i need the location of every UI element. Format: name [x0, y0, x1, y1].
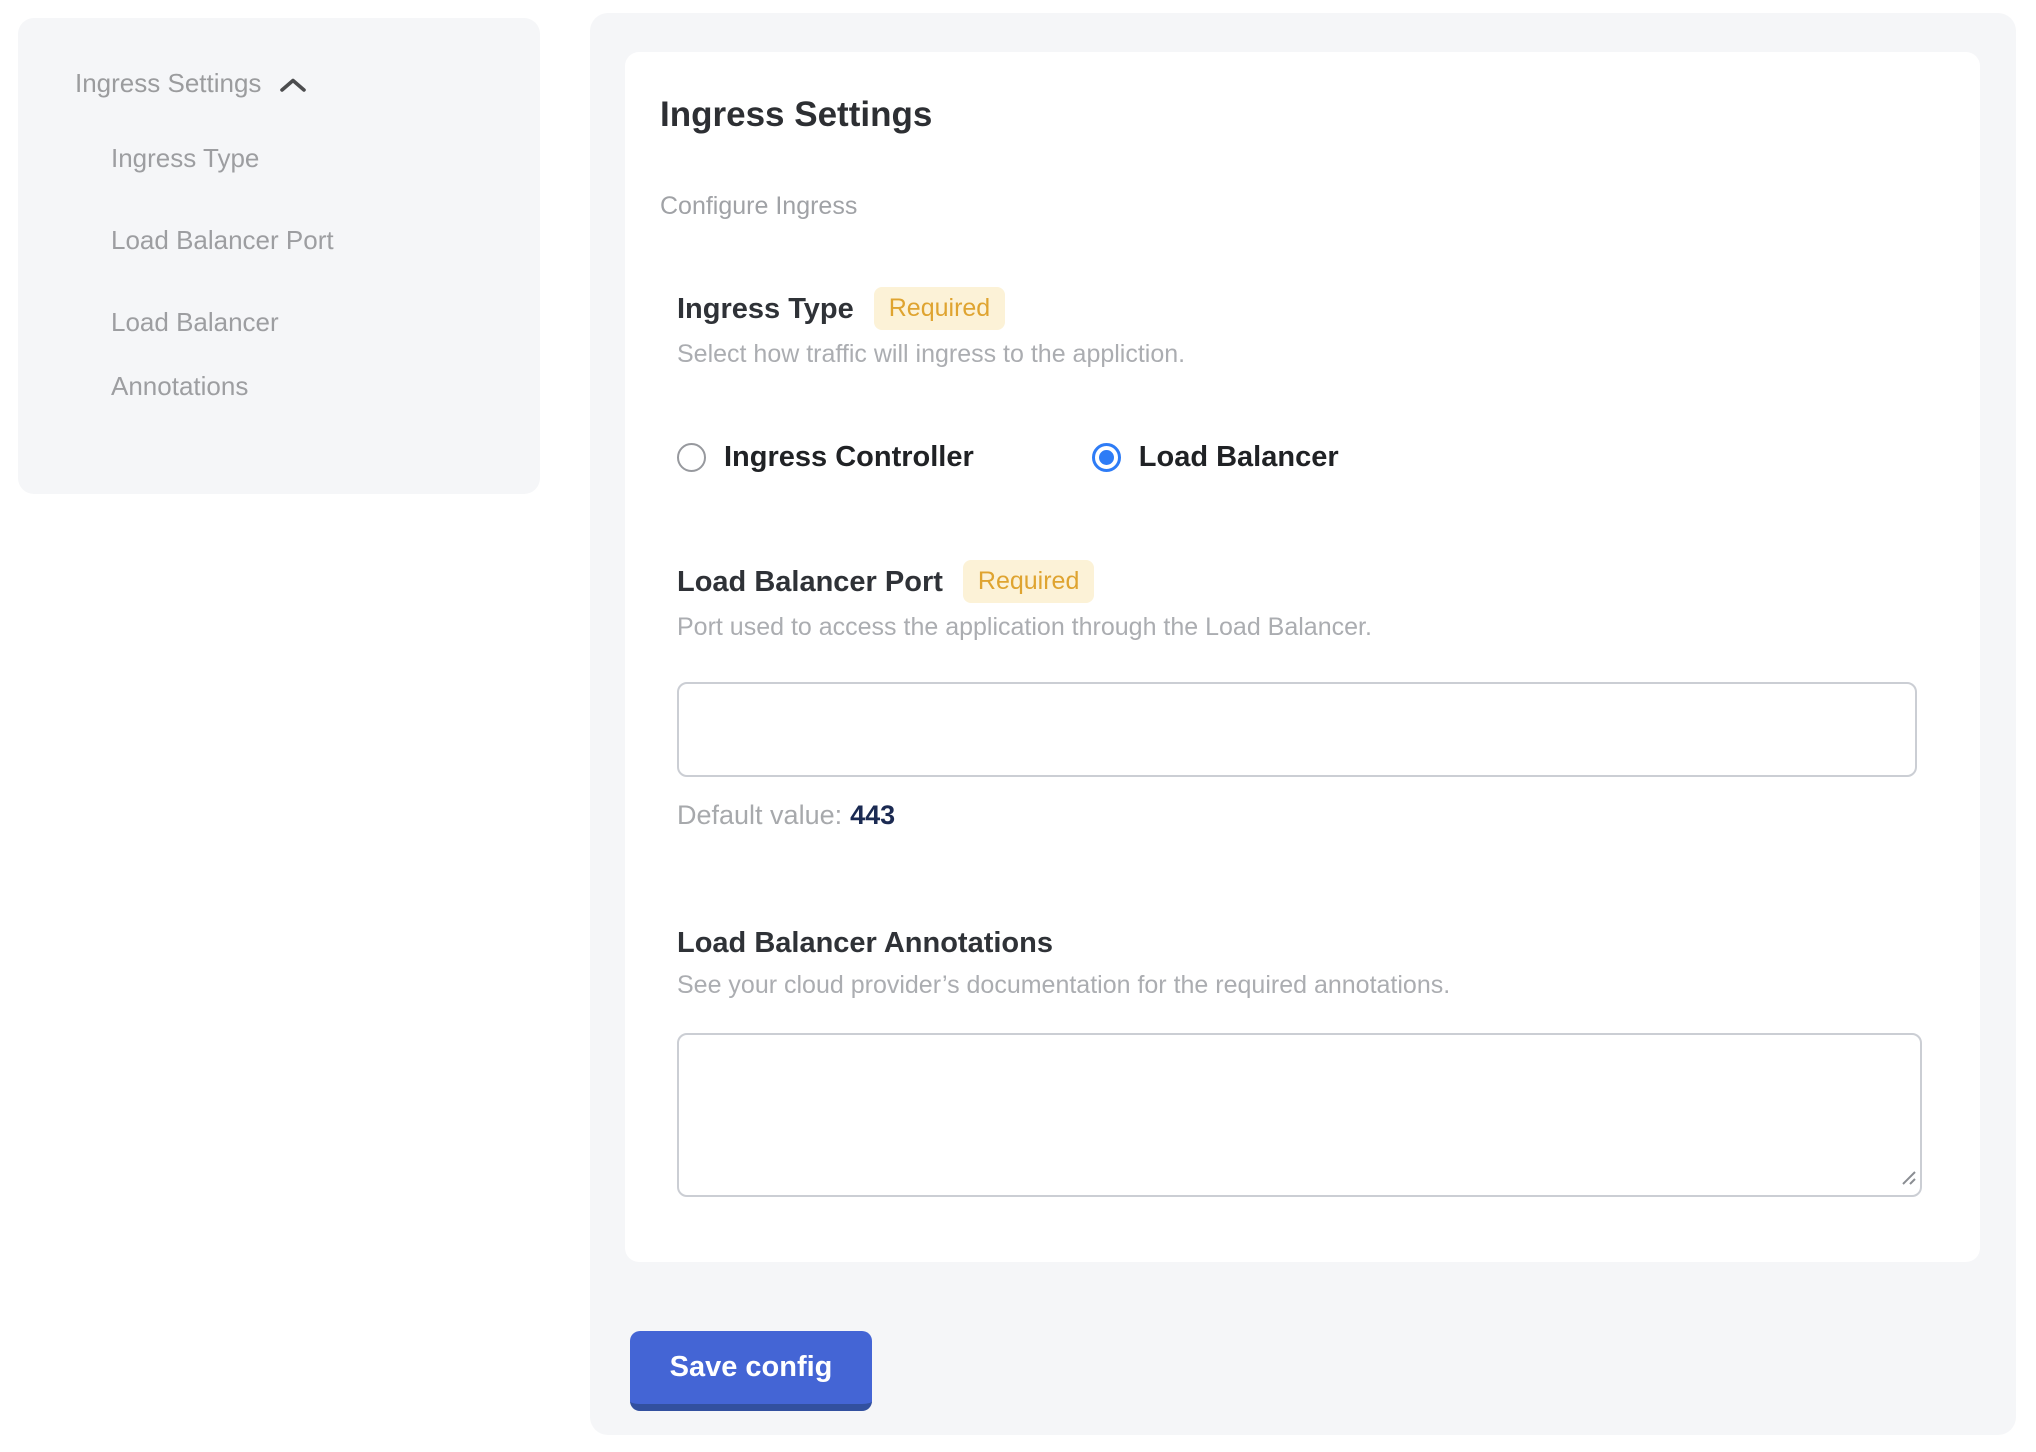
annotations-textarea-wrap: [677, 1033, 1922, 1197]
sidebar-item-ingress-type[interactable]: Ingress Type: [111, 126, 411, 190]
radio-ingress-controller[interactable]: [677, 443, 706, 472]
radio-load-balancer[interactable]: [1092, 443, 1121, 472]
page-subtitle: Configure Ingress: [660, 191, 1940, 221]
chevron-up-icon: [277, 75, 309, 95]
load-balancer-port-input[interactable]: [677, 682, 1917, 777]
field-label-load-balancer-port: Load Balancer Port: [677, 564, 943, 600]
radio-option-ingress-controller[interactable]: Ingress Controller: [677, 441, 974, 474]
field-description-load-balancer-port: Port used to access the application thro…: [677, 612, 1940, 642]
field-label-load-balancer-annotations: Load Balancer Annotations: [677, 925, 1053, 961]
field-load-balancer-port: Load Balancer Port Required Port used to…: [677, 560, 1940, 831]
sidebar: Ingress Settings Ingress Type Load Balan…: [18, 18, 540, 494]
sidebar-item-list: Ingress Type Load Balancer Port Load Bal…: [111, 126, 540, 418]
default-value: 443: [850, 800, 895, 830]
save-config-button[interactable]: Save config: [630, 1331, 872, 1411]
default-value-row: Default value: 443: [677, 799, 1940, 831]
field-description-load-balancer-annotations: See your cloud provider’s documentation …: [677, 970, 1940, 1000]
sidebar-item-load-balancer-port[interactable]: Load Balancer Port: [111, 208, 411, 272]
required-badge: Required: [874, 287, 1005, 330]
radio-label-ingress-controller: Ingress Controller: [724, 441, 974, 474]
sidebar-section-ingress-settings[interactable]: Ingress Settings: [18, 18, 540, 98]
default-value-label: Default value:: [677, 800, 842, 830]
ingress-form: Ingress Type Required Select how traffic…: [677, 287, 1940, 1197]
field-load-balancer-annotations: Load Balancer Annotations See your cloud…: [677, 925, 1940, 1197]
ingress-settings-card: Ingress Settings Configure Ingress Ingre…: [625, 52, 1980, 1262]
load-balancer-annotations-textarea[interactable]: [677, 1033, 1922, 1197]
required-badge: Required: [963, 560, 1094, 603]
field-ingress-type: Ingress Type Required Select how traffic…: [677, 287, 1940, 474]
field-label-ingress-type: Ingress Type: [677, 291, 854, 327]
sidebar-item-load-balancer-annotations[interactable]: Load Balancer Annotations: [111, 290, 411, 418]
resize-handle-icon[interactable]: [1899, 1168, 1917, 1191]
sidebar-section-label: Ingress Settings: [75, 68, 261, 98]
field-description-ingress-type: Select how traffic will ingress to the a…: [677, 339, 1940, 369]
radio-option-load-balancer[interactable]: Load Balancer: [1092, 441, 1339, 474]
ingress-type-radio-group: Ingress Controller Load Balancer: [677, 441, 1940, 474]
radio-label-load-balancer: Load Balancer: [1139, 441, 1339, 474]
page-title: Ingress Settings: [660, 95, 1940, 135]
main-panel: Ingress Settings Configure Ingress Ingre…: [590, 13, 2016, 1435]
